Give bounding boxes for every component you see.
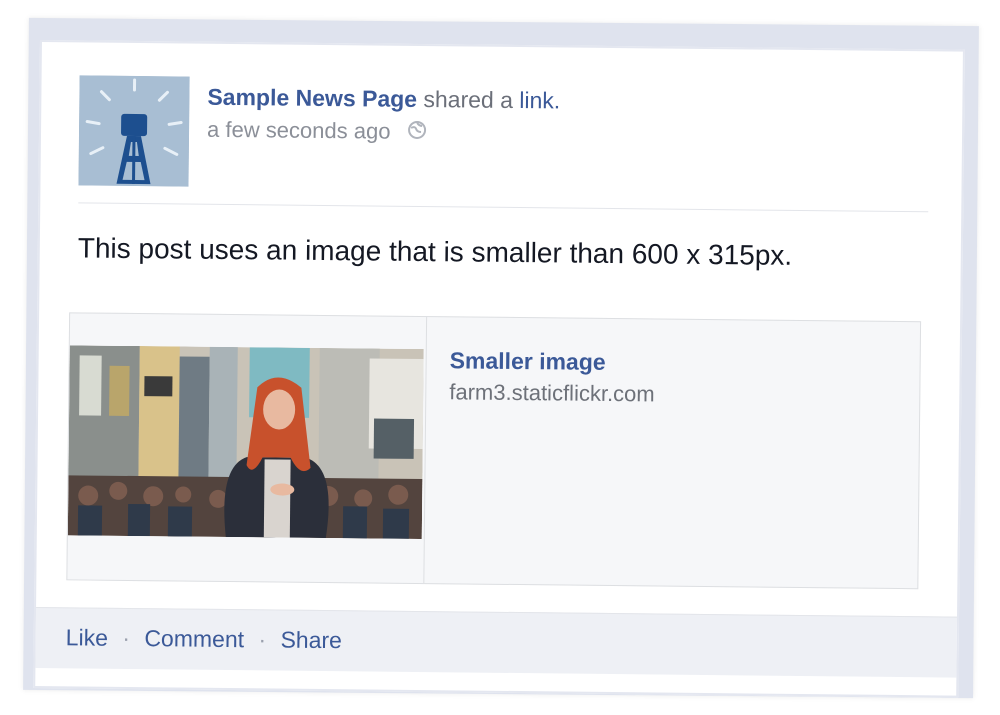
comment-button[interactable]: Comment [144,625,244,652]
news-feed-post: Sample News Page shared a link. a few se… [33,40,965,698]
action-text: shared a [423,86,514,113]
attachment-domain: farm3.staticflickr.com [449,379,655,407]
attachment-divider [423,317,428,584]
attachment-title[interactable]: Smaller image [450,347,606,376]
share-button[interactable]: Share [280,627,342,654]
action-separator: · [122,624,131,651]
attachment-thumbnail[interactable] [67,345,424,540]
post-message: This post uses an image that is smaller … [77,232,793,271]
timestamp[interactable]: a few seconds ago [207,117,391,144]
like-button[interactable]: Like [66,624,108,650]
post-meta: a few seconds ago [207,117,427,146]
post-header: Sample News Page shared a link. [207,84,560,115]
action-bar: Like · Comment · Share [35,606,958,678]
globe-icon [407,120,427,146]
shared-link[interactable]: link. [519,87,560,113]
author-link[interactable]: Sample News Page [207,84,417,112]
radio-tower-icon [78,75,190,187]
page-avatar[interactable] [78,75,190,187]
action-separator: · [258,626,267,653]
header-divider [78,202,929,213]
link-attachment[interactable]: Smaller image farm3.staticflickr.com [66,312,922,590]
